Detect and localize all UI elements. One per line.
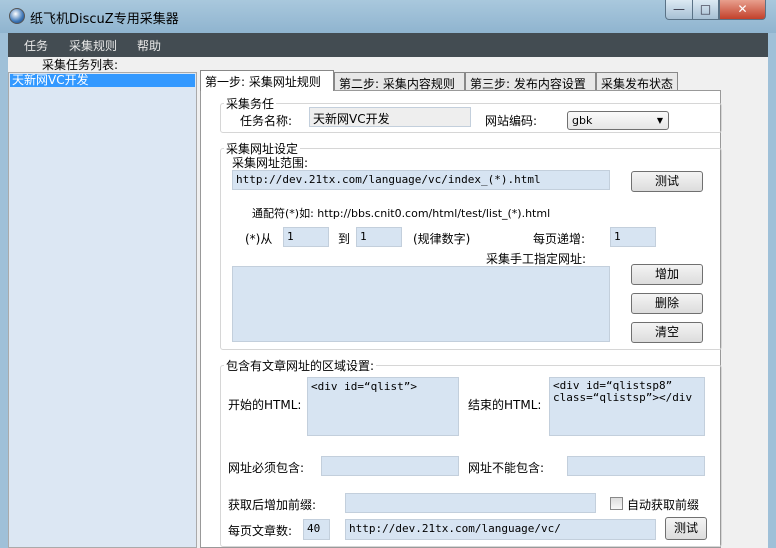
manual-url-list[interactable]: [232, 266, 610, 342]
add-button[interactable]: 增加: [631, 264, 703, 285]
tab-status[interactable]: 采集发布状态: [596, 72, 678, 91]
test-url-button[interactable]: 测试: [631, 171, 703, 192]
must-contain-label: 网址必须包含:: [228, 461, 305, 475]
delete-button[interactable]: 删除: [631, 293, 703, 314]
window-title: 纸飞机DiscuZ专用采集器: [30, 12, 179, 27]
end-html-input[interactable]: <div id=“qlistsp8” class=“qlistsp”></div: [549, 377, 705, 436]
menu-bar: 任务 采集规则 帮助: [8, 33, 768, 57]
chevron-down-icon: ▼: [656, 116, 663, 125]
menu-task[interactable]: 任务: [24, 37, 48, 54]
start-html-label: 开始的HTML:: [228, 398, 302, 412]
step-input[interactable]: 1: [610, 227, 656, 247]
minimize-button[interactable]: —: [665, 0, 693, 20]
task-group-label: 采集务任: [224, 95, 277, 112]
not-contain-input[interactable]: [567, 456, 705, 476]
per-page-label: 每页文章数:: [228, 524, 293, 538]
task-name-label: 任务名称:: [240, 114, 293, 128]
auto-prefix-checkbox[interactable]: [610, 497, 623, 510]
app-icon: [9, 8, 25, 24]
close-button[interactable]: ✕: [719, 0, 766, 20]
encoding-label: 网站编码:: [485, 114, 538, 128]
url-range-label: 采集网址范围:: [232, 156, 309, 170]
test-url-input[interactable]: http://dev.21tx.com/language/vc/: [345, 519, 656, 540]
auto-prefix-label: 自动获取前缀: [627, 498, 700, 512]
prefix-label: 获取后增加前缀:: [228, 498, 317, 512]
from-input[interactable]: 1: [283, 227, 329, 247]
clear-button[interactable]: 清空: [631, 322, 703, 343]
must-contain-input[interactable]: [321, 456, 459, 476]
not-contain-label: 网址不能包含:: [468, 461, 545, 475]
to-label: 到: [338, 232, 351, 246]
per-page-input[interactable]: 40: [303, 519, 330, 540]
tab-content-rules[interactable]: 第二步: 采集内容规则: [334, 72, 465, 91]
region-group-label: 包含有文章网址的区域设置:: [224, 357, 377, 374]
from-label: (*)从: [245, 232, 273, 246]
task-list[interactable]: 天新网VC开发: [8, 72, 197, 548]
task-list-item[interactable]: 天新网VC开发: [10, 74, 195, 87]
test-region-button[interactable]: 测试: [665, 517, 707, 540]
menu-help[interactable]: 帮助: [137, 37, 161, 54]
tab-url-rules[interactable]: 第一步: 采集网址规则: [200, 70, 334, 91]
prefix-input[interactable]: [345, 493, 596, 513]
step-label: 每页递增:: [533, 232, 586, 246]
wildcard-hint: 通配符(*)如: http://bbs.cnit0.com/html/test/…: [252, 207, 551, 220]
tab-publish-settings[interactable]: 第三步: 发布内容设置: [465, 72, 596, 91]
menu-rules[interactable]: 采集规则: [69, 37, 117, 54]
task-name-input[interactable]: 天新网VC开发: [309, 107, 471, 127]
task-list-label: 采集任务列表:: [42, 58, 119, 72]
to-input[interactable]: 1: [356, 227, 402, 247]
maximize-button[interactable]: □: [692, 0, 719, 20]
encoding-value: gbk: [572, 114, 593, 127]
url-range-input[interactable]: http://dev.21tx.com/language/vc/index_(*…: [232, 170, 610, 190]
encoding-select[interactable]: gbk ▼: [567, 111, 669, 130]
start-html-input[interactable]: <div id=“qlist”>: [307, 377, 459, 436]
rule-note: (规律数字): [413, 232, 471, 246]
end-html-label: 结束的HTML:: [468, 398, 542, 412]
manual-url-label: 采集手工指定网址:: [486, 252, 587, 266]
